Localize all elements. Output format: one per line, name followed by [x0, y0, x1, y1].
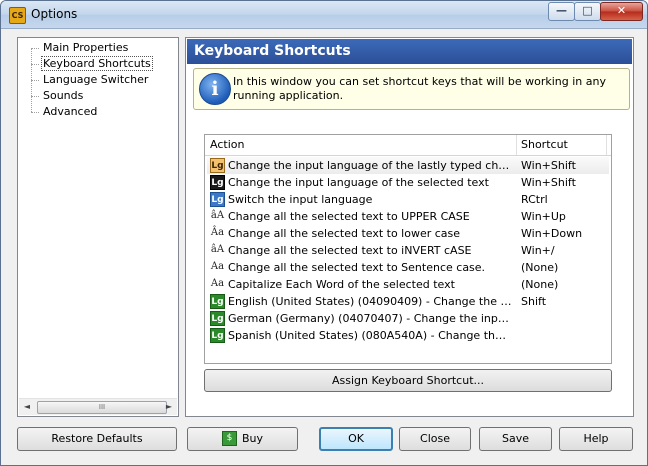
tree-item-language-switcher[interactable]: Language Switcher	[31, 72, 150, 87]
column-header-shortcut[interactable]: Shortcut	[516, 135, 607, 155]
row-action: Change the input language of the selecte…	[228, 176, 489, 189]
close-window-button[interactable]: ✕	[600, 2, 643, 21]
scroll-right-arrow-icon[interactable]: ►	[161, 399, 177, 415]
lg-green-icon: Lg	[210, 311, 225, 326]
tree-item-sounds[interactable]: Sounds	[31, 88, 85, 103]
capitalize-icon: Aa	[210, 278, 225, 289]
lowercase-icon: Âa	[210, 227, 225, 238]
shortcut-row[interactable]: Aa Change all the selected text to Sente…	[207, 259, 609, 276]
restore-defaults-button[interactable]: Restore Defaults	[17, 427, 177, 451]
row-shortcut: Win+Shift	[521, 159, 576, 172]
column-header-action[interactable]: Action	[205, 135, 517, 155]
row-action: Change all the selected text to iNVERT c…	[228, 244, 472, 257]
lg-black-icon: Lg	[210, 175, 225, 190]
info-text: In this window you can set shortcut keys…	[233, 75, 606, 102]
tree-item-advanced[interactable]: Advanced	[31, 104, 99, 119]
row-shortcut: RCtrl	[521, 193, 548, 206]
row-shortcut: (None)	[521, 261, 559, 274]
ok-button[interactable]: OK	[319, 427, 393, 451]
tree-item-label: Sounds	[43, 89, 84, 102]
shortcut-row[interactable]: Lg German (Germany) (04070407) - Change …	[207, 310, 609, 327]
row-action: Spanish (United States) (080A540A) - Cha…	[228, 329, 512, 342]
save-button[interactable]: Save	[479, 427, 552, 451]
tree-item-main-properties[interactable]: Main Properties	[31, 40, 130, 55]
tree-item-label: Language Switcher	[43, 73, 149, 86]
panel-title: Keyboard Shortcuts	[187, 39, 632, 64]
row-shortcut: Win+Shift	[521, 176, 576, 189]
shortcut-row[interactable]: Lg English (United States) (04090409) - …	[207, 293, 609, 310]
list-header: Action Shortcut	[205, 135, 611, 156]
app-icon: CS	[9, 7, 26, 24]
shortcut-row[interactable]: âA Change all the selected text to iNVER…	[207, 242, 609, 259]
row-action: Change all the selected text to Sentence…	[228, 261, 486, 274]
row-action: Change all the selected text to lower ca…	[228, 227, 461, 240]
row-shortcut: Win+Up	[521, 210, 566, 223]
shortcut-row[interactable]: Âa Change all the selected text to lower…	[207, 225, 609, 242]
window-title: Options	[31, 7, 78, 21]
tree-item-label: Advanced	[43, 105, 98, 118]
sentence-case-icon: Aa	[210, 261, 225, 272]
tree-item-keyboard-shortcuts[interactable]: Keyboard Shortcuts	[31, 56, 153, 71]
assign-keyboard-shortcut-button[interactable]: Assign Keyboard Shortcut...	[204, 369, 612, 392]
lg-green-icon: Lg	[210, 294, 225, 309]
row-action: English (United States) (04090409) - Cha…	[228, 295, 512, 308]
uppercase-icon: âA	[210, 210, 225, 221]
keyboard-shortcuts-panel: Keyboard Shortcuts i In this window you …	[185, 37, 634, 417]
lg-orange-icon: Lg	[210, 158, 225, 173]
options-window: CS Options — □ ✕ Main Properties Keyboar…	[0, 0, 648, 466]
tree-horizontal-scrollbar[interactable]: ◄ III ►	[19, 398, 177, 415]
shortcut-row[interactable]: Lg Spanish (United States) (080A540A) - …	[207, 327, 609, 344]
close-button[interactable]: Close	[399, 427, 471, 451]
lg-blue-icon: Lg	[210, 192, 225, 207]
help-button[interactable]: Help	[559, 427, 633, 451]
scroll-thumb[interactable]: III	[37, 401, 167, 414]
scroll-left-arrow-icon[interactable]: ◄	[19, 399, 35, 415]
dollar-icon: $	[221, 430, 237, 446]
shortcut-row[interactable]: âA Change all the selected text to UPPER…	[207, 208, 609, 225]
title-bar[interactable]: CS Options — □ ✕	[1, 1, 647, 29]
options-tree[interactable]: Main Properties Keyboard Shortcuts Langu…	[17, 37, 179, 417]
shortcut-row[interactable]: Lg Switch the input language RCtrl	[207, 191, 609, 208]
info-icon: i	[199, 73, 231, 105]
minimize-button[interactable]: —	[548, 2, 575, 21]
shortcut-row[interactable]: Lg Change the input language of the last…	[207, 157, 609, 174]
row-shortcut: Shift	[521, 295, 547, 308]
lg-green-icon: Lg	[210, 328, 225, 343]
row-shortcut: Win+/	[521, 244, 555, 257]
row-shortcut: (None)	[521, 278, 559, 291]
buy-button-label: Buy	[241, 432, 264, 445]
tree-item-label: Main Properties	[43, 41, 129, 54]
invert-case-icon: âA	[210, 244, 225, 255]
maximize-button[interactable]: □	[574, 2, 601, 21]
row-action: Switch the input language	[228, 193, 373, 206]
tree-item-label: Keyboard Shortcuts	[41, 56, 153, 71]
buy-button[interactable]: $ Buy	[187, 427, 298, 451]
row-action: German (Germany) (04070407) - Change the…	[228, 312, 512, 325]
row-action: Change the input language of the lastly …	[228, 159, 512, 172]
shortcut-row[interactable]: Aa Capitalize Each Word of the selected …	[207, 276, 609, 293]
row-shortcut: Win+Down	[521, 227, 583, 240]
row-action: Capitalize Each Word of the selected tex…	[228, 278, 455, 291]
row-action: Change all the selected text to UPPER CA…	[228, 210, 470, 223]
shortcut-row[interactable]: Lg Change the input language of the sele…	[207, 174, 609, 191]
shortcuts-list[interactable]: Action Shortcut Lg Change the input lang…	[204, 134, 612, 364]
info-box: i In this window you can set shortcut ke…	[193, 68, 630, 110]
